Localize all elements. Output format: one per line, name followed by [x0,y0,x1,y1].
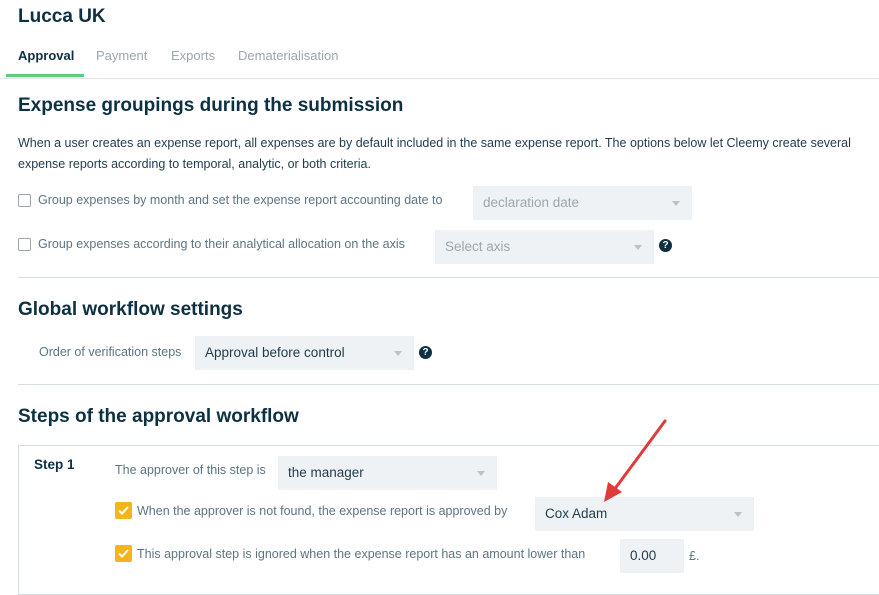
annotation-arrow [604,419,667,502]
